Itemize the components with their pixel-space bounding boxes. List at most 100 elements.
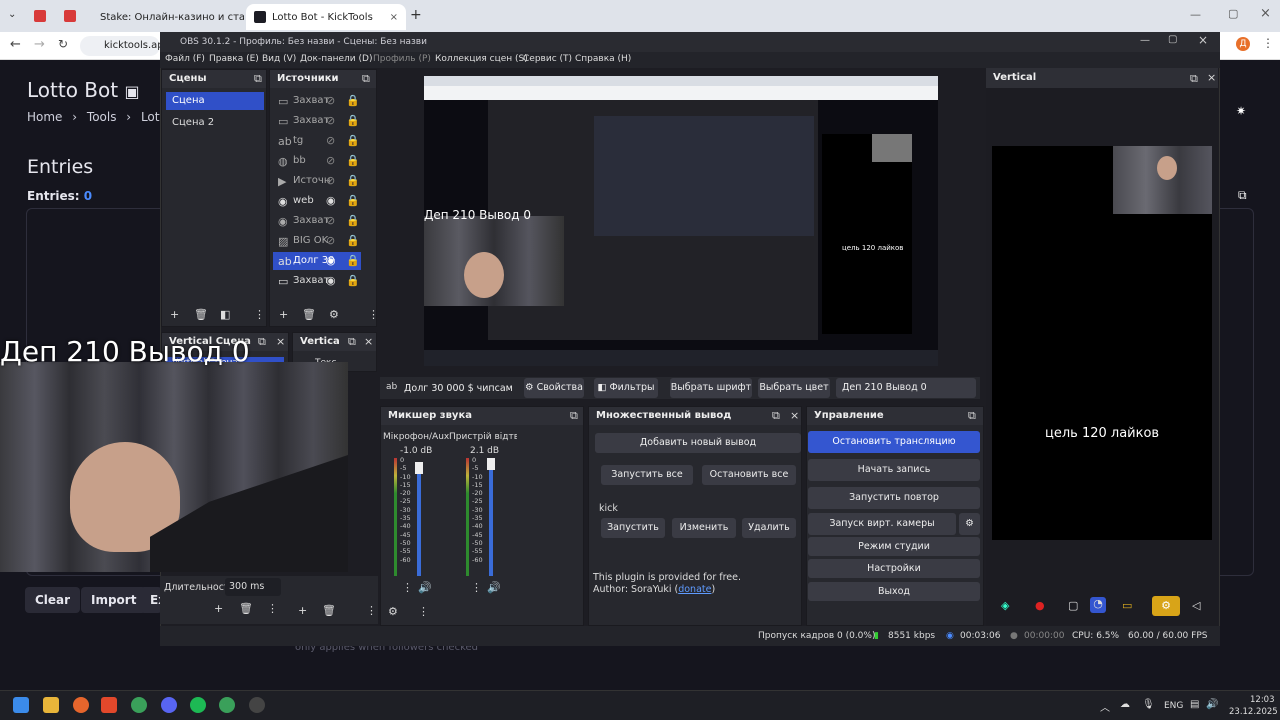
explorer-icon[interactable] [43, 697, 59, 713]
breadcrumb-home[interactable]: Home [27, 110, 62, 124]
scene-more-icon[interactable]: ⋮ [254, 308, 265, 321]
pinned-tab-icon[interactable] [34, 10, 46, 22]
vertical-sources-close-icon[interactable]: × [364, 335, 373, 348]
vertical-sources-float-icon[interactable]: ⧉ [348, 335, 356, 349]
scenes-float-icon[interactable]: ⧉ [254, 72, 262, 86]
mic-speaker-icon[interactable]: 🔊 [418, 581, 432, 594]
minimize-icon[interactable]: — [1190, 8, 1201, 21]
tab-stake[interactable]: Stake: Онлайн-казино и ставк... [86, 4, 244, 30]
scene-item[interactable]: Сцена [166, 92, 264, 110]
theme-icon[interactable]: ✷ [1236, 104, 1246, 118]
back-icon[interactable]: ← [10, 37, 21, 52]
tab-menu-icon[interactable]: ⌄ [8, 9, 16, 20]
delete-transition-icon[interactable]: 🗑 [239, 602, 253, 615]
mixer-float-icon[interactable]: ⧉ [570, 409, 578, 423]
breadcrumb-tools[interactable]: Tools [87, 110, 117, 124]
eye-icon[interactable]: ◉ [326, 274, 336, 287]
properties-button[interactable]: ⚙ Свойства [524, 378, 584, 398]
vertical-float-icon[interactable]: ⧉ [1190, 72, 1198, 86]
menu-profile[interactable]: Профиль (P) [373, 54, 431, 64]
clock-date[interactable]: 23.12.2025 [1229, 707, 1278, 717]
lock-icon[interactable]: 🔒 [346, 114, 360, 127]
eye-hidden-icon[interactable]: ⊘ [326, 94, 335, 107]
start-replay-button[interactable]: Запустить повтор [808, 487, 980, 509]
clear-button[interactable]: Clear [25, 587, 81, 613]
menu-tools[interactable]: Сервис (T) [523, 54, 572, 64]
spotify-icon[interactable] [190, 697, 206, 713]
menu-view[interactable]: Вид (V) [262, 54, 296, 64]
chrome-icon[interactable] [131, 697, 147, 713]
obs-close-icon[interactable]: × [1198, 33, 1208, 47]
stop-streaming-button[interactable]: Остановить трансляцию [808, 431, 980, 453]
vertical-virtualcam-icon[interactable]: ▭ [1122, 599, 1132, 612]
duration-input[interactable]: 300 ms [225, 578, 281, 596]
menu-edit[interactable]: Правка (E) [209, 54, 259, 64]
virtual-camera-button[interactable]: Запуск вирт. камеры [808, 513, 956, 535]
mic-volume-slider[interactable] [417, 466, 421, 576]
import-button[interactable]: Import [81, 587, 147, 613]
eye-icon[interactable]: ◉ [326, 194, 336, 207]
tab-lotto-bot[interactable]: Lotto Bot - KickTools × [246, 4, 406, 30]
select-color-button[interactable]: Выбрать цвет [758, 378, 830, 398]
source-settings-icon[interactable]: ⚙ [329, 308, 339, 321]
menu-docks[interactable]: Док-панели (D) [300, 54, 372, 64]
desktop-speaker-icon[interactable]: 🔊 [487, 581, 501, 594]
obs-maximize-icon[interactable]: ▢ [1168, 34, 1177, 45]
start-recording-button[interactable]: Начать запись [808, 459, 980, 481]
eye-hidden-icon[interactable]: ⊘ [326, 214, 335, 227]
eye-hidden-icon[interactable]: ⊘ [326, 114, 335, 127]
copy-icon[interactable]: ⧉ [1238, 188, 1247, 203]
scene-item[interactable]: Сцена 2 [166, 114, 264, 132]
mixer-advanced-icon[interactable]: ⚙ [388, 605, 398, 618]
lock-icon[interactable]: 🔒 [346, 94, 360, 107]
delete-output-button[interactable]: Удалить [742, 518, 796, 538]
exit-button[interactable]: Выход [808, 582, 980, 601]
profile-avatar[interactable]: Д [1236, 37, 1250, 51]
add-output-button[interactable]: Добавить новый вывод [595, 433, 801, 453]
lock-icon[interactable]: 🔒 [346, 134, 360, 147]
delete-vertical-source-icon[interactable]: 🗑 [322, 604, 336, 617]
vertical-close-icon[interactable]: × [1207, 71, 1216, 84]
start-icon[interactable] [13, 697, 29, 713]
mic-slider-handle[interactable] [415, 462, 423, 474]
reload-icon[interactable]: ↻ [58, 37, 68, 51]
obs-preview[interactable]: цель 120 лайков Деп 210 Вывод 0 [424, 76, 938, 366]
desktop-menu-icon[interactable]: ⋮ [471, 581, 482, 594]
eye-hidden-icon[interactable]: ⊘ [326, 234, 335, 247]
lock-icon[interactable]: 🔒 [346, 214, 360, 227]
multi-output-close-icon[interactable]: × [790, 409, 799, 422]
vertical-scene-float-icon[interactable]: ⧉ [258, 335, 266, 349]
menu-help[interactable]: Справка (H) [575, 54, 631, 64]
vertical-canvas[interactable]: цель 120 лайков [992, 146, 1212, 540]
controls-float-icon[interactable]: ⧉ [968, 409, 976, 423]
eye-hidden-icon[interactable]: ⊘ [326, 154, 335, 167]
browser-menu-icon[interactable]: ⋮ [1262, 36, 1274, 50]
eye-hidden-icon[interactable]: ⊘ [326, 174, 335, 187]
vertical-source-more-icon[interactable]: ⋮ [366, 604, 377, 617]
volume-tray-icon[interactable]: 🔊 [1206, 699, 1218, 710]
clock-time[interactable]: 12:03 [1250, 695, 1275, 705]
vertical-stream-icon[interactable]: ◈ [1001, 599, 1009, 612]
filters-button[interactable]: ◧ Фильтры [594, 378, 658, 398]
eye-hidden-icon[interactable]: ⊘ [326, 134, 335, 147]
stop-all-button[interactable]: Остановить все [702, 465, 796, 485]
scene-filters-icon[interactable]: ◧ [220, 308, 230, 321]
lock-icon[interactable]: 🔒 [346, 274, 360, 287]
chrome-active-icon[interactable] [219, 697, 235, 713]
obs-icon[interactable] [249, 697, 265, 713]
add-scene-icon[interactable]: + [170, 308, 179, 321]
start-all-button[interactable]: Запустить все [601, 465, 693, 485]
firefox-icon[interactable] [73, 697, 89, 713]
maximize-icon[interactable]: ▢ [1228, 7, 1238, 20]
desktop-volume-slider[interactable] [489, 466, 493, 576]
vertical-settings-icon[interactable]: ⚙ [1152, 596, 1180, 616]
edit-output-button[interactable]: Изменить [672, 518, 736, 538]
add-vertical-source-icon[interactable]: + [298, 604, 307, 617]
cloud-icon[interactable]: ☁ [1120, 699, 1130, 710]
close-window-icon[interactable]: × [1260, 6, 1271, 21]
language-indicator[interactable]: ENG [1164, 701, 1183, 711]
obs-minimize-icon[interactable]: — [1140, 35, 1150, 46]
delete-source-icon[interactable]: 🗑 [302, 308, 316, 321]
text-value-field[interactable]: Деп 210 Вывод 0 [836, 378, 976, 398]
settings-button[interactable]: Настройки [808, 559, 980, 578]
